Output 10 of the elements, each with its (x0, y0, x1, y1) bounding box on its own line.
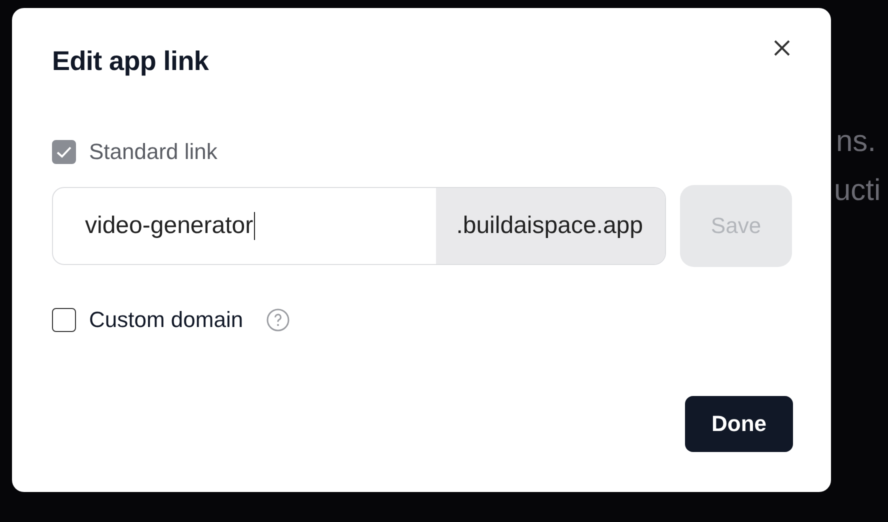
checkbox-label: Custom domain (89, 307, 244, 333)
checkbox[interactable] (52, 308, 76, 332)
background-text: ns. (836, 125, 876, 159)
close-button[interactable] (772, 38, 792, 58)
dialog-title: Edit app link (52, 46, 209, 77)
checkbox-label: Standard link (89, 139, 218, 165)
help-icon[interactable] (266, 308, 290, 332)
check-icon (56, 146, 72, 158)
background-text: ucti (834, 174, 881, 208)
done-button[interactable]: Done (685, 396, 793, 452)
